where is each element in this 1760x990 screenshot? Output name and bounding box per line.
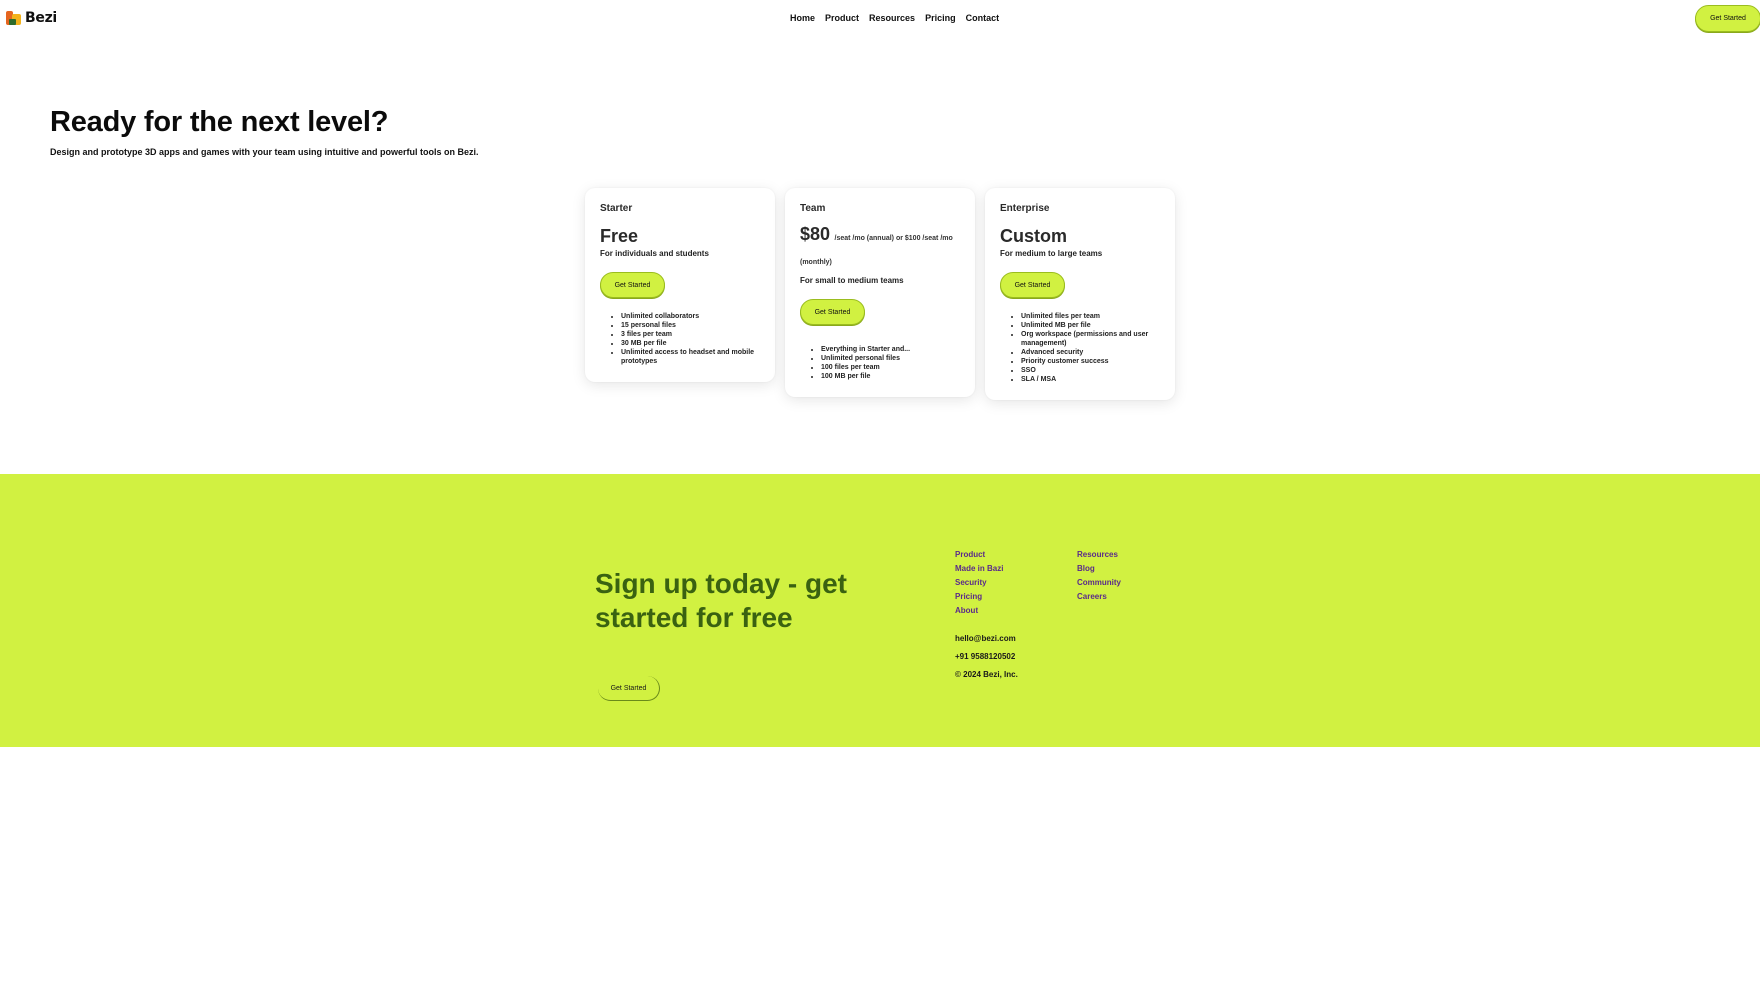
brand-logo[interactable]: Bezi: [6, 10, 57, 26]
footer-link-careers[interactable]: Careers: [1077, 592, 1121, 601]
plan-features: Unlimited collaborators 15 personal file…: [600, 312, 760, 366]
feature-item: 100 MB per file: [821, 372, 960, 381]
header-get-started-button[interactable]: Get Started: [1695, 5, 1760, 32]
plan-price: $80: [800, 224, 831, 244]
feature-item: 100 files per team: [821, 363, 960, 372]
feature-item: Everything in Starter and...: [821, 345, 960, 354]
team-get-started-button[interactable]: Get Started: [800, 299, 865, 325]
plan-description: For small to medium teams: [800, 276, 904, 285]
footer-link-pricing[interactable]: Pricing: [955, 592, 1003, 601]
brand-name: Bezi: [25, 10, 57, 26]
footer-get-started-button[interactable]: Get Started: [598, 676, 660, 701]
plan-features: Unlimited files per team Unlimited MB pe…: [1000, 312, 1160, 384]
starter-get-started-button[interactable]: Get Started: [600, 272, 665, 298]
plan-description: For medium to large teams: [1000, 249, 1103, 258]
signup-title: Sign up today - get started for free: [595, 568, 847, 633]
nav-resources[interactable]: Resources: [869, 13, 915, 23]
plan-name: Team: [800, 203, 826, 214]
feature-item: SSO: [1021, 366, 1160, 375]
plan-features: Everything in Starter and... Unlimited p…: [800, 345, 960, 381]
feature-item: Priority customer success: [1021, 357, 1160, 366]
site-header: Bezi Home Product Resources Pricing Cont…: [0, 0, 1760, 38]
feature-item: 15 personal files: [621, 321, 760, 330]
footer-link-blog[interactable]: Blog: [1077, 564, 1121, 573]
main-nav: Home Product Resources Pricing Contact: [790, 13, 999, 23]
feature-item: Org workspace (permissions and user mana…: [1021, 330, 1160, 348]
feature-item: SLA / MSA: [1021, 375, 1160, 384]
feature-item: Unlimited MB per file: [1021, 321, 1160, 330]
contact-email[interactable]: hello@bezi.com: [955, 634, 1018, 643]
copyright: © 2024 Bezi, Inc.: [955, 670, 1018, 679]
footer-links-resources: Resources Blog Community Careers: [1077, 550, 1121, 601]
plan-card-team: Team $80 /seat /mo (annual) or $100 /sea…: [785, 188, 975, 397]
nav-contact[interactable]: Contact: [966, 13, 1000, 23]
plan-card-starter: Starter Free For individuals and student…: [585, 188, 775, 382]
enterprise-get-started-button[interactable]: Get Started: [1000, 272, 1065, 298]
contact-phone: +91 9588120502: [955, 652, 1016, 661]
feature-item: Unlimited access to headset and mobile p…: [621, 348, 760, 366]
footer-link-security[interactable]: Security: [955, 578, 1003, 587]
footer-link-product[interactable]: Product: [955, 550, 1003, 559]
footer-link-about[interactable]: About: [955, 606, 1003, 615]
feature-item: Unlimited collaborators: [621, 312, 760, 321]
feature-item: Advanced security: [1021, 348, 1160, 357]
nav-pricing[interactable]: Pricing: [925, 13, 956, 23]
feature-item: Unlimited files per team: [1021, 312, 1160, 321]
nav-product[interactable]: Product: [825, 13, 859, 23]
footer-link-community[interactable]: Community: [1077, 578, 1121, 587]
footer-contact: hello@bezi.com +91 9588120502 © 2024 Bez…: [955, 634, 1018, 679]
bezi-logo-icon: [6, 10, 22, 26]
plan-price: Custom: [1000, 226, 1067, 246]
footer-links-product: Product Made in Bazi Security Pricing Ab…: [955, 550, 1003, 615]
feature-item: Unlimited personal files: [821, 354, 960, 363]
hero-subtitle: Design and prototype 3D apps and games w…: [50, 147, 479, 157]
plan-name: Starter: [600, 203, 633, 214]
plan-price-row: $80 /seat /mo (annual) or $100 /seat /mo…: [800, 224, 960, 273]
nav-home[interactable]: Home: [790, 13, 815, 23]
plan-description: For individuals and students: [600, 249, 709, 258]
footer-link-made-in-bazi[interactable]: Made in Bazi: [955, 564, 1003, 573]
feature-item: 30 MB per file: [621, 339, 760, 348]
hero-title: Ready for the next level?: [50, 106, 389, 138]
plan-card-enterprise: Enterprise Custom For medium to large te…: [985, 188, 1175, 400]
plan-name: Enterprise: [1000, 203, 1050, 214]
feature-item: 3 files per team: [621, 330, 760, 339]
footer-link-resources[interactable]: Resources: [1077, 550, 1121, 559]
plan-price: Free: [600, 226, 639, 246]
